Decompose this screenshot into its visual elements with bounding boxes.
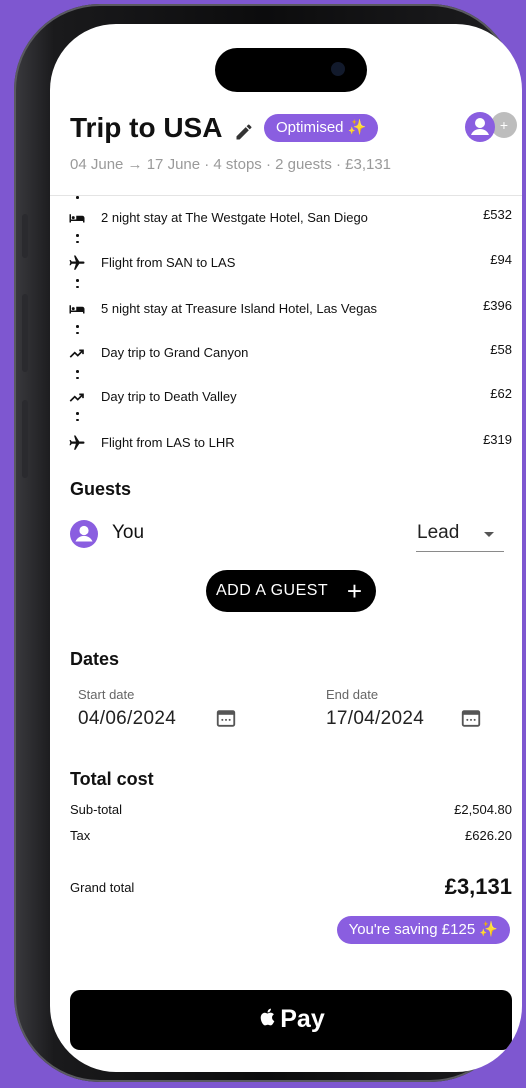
grand-total-value: £3,131 [444,874,512,899]
timeline-dots [76,234,80,247]
flight-icon [69,435,85,450]
stop-label: 5 night stay at Treasure Island Hotel, L… [101,301,378,316]
stop-label: 2 night stay at The Westgate Hotel, San … [101,210,368,225]
trending-icon [69,349,84,358]
timeline-dots [76,196,80,203]
bed-icon [69,214,85,223]
trip-summary: 04 June → 17 June · 4 stops · 2 guests ·… [70,156,392,173]
stop-price: £58 [490,342,512,357]
grand-total-label: Grand total [70,880,135,895]
guest-avatar-icon [70,520,98,548]
flight-icon [69,255,85,270]
volume-down-button [22,400,28,478]
volume-up-button [22,294,28,372]
stop-label: Flight from LAS to LHR [101,435,235,450]
dates-heading: Dates [70,649,120,669]
start-date-input[interactable]: 04/06/2024 [78,708,176,730]
stop-row[interactable]: 2 night stay at The Westgate Hotel, San … [68,207,516,229]
tax-value: £626.20 [465,828,512,843]
timeline-dots [76,370,80,383]
subtotal-label: Sub-total [70,802,123,817]
end-date-input[interactable]: 17/04/2024 [326,708,424,730]
apple-pay-label: Pay [280,1005,325,1033]
chevron-down-icon [484,532,494,537]
guest-role-select[interactable]: Lead [416,520,504,552]
timeline-dots [76,325,80,338]
guest-name: You [112,522,145,543]
subtotal-value: £2,504.80 [454,802,512,817]
calendar-icon[interactable] [460,707,482,729]
app-screen: Trip to USA Optimised ✨ + 04 June → 17 J… [50,24,522,1072]
mute-switch [22,214,28,258]
stop-price: £319 [483,432,512,447]
stop-price: £62 [490,386,512,401]
stop-row[interactable]: Day trip to Grand Canyon £58 [68,342,516,364]
stop-label: Day trip to Death Valley [101,389,237,404]
stop-price: £94 [490,252,512,267]
dynamic-island [215,48,367,92]
stop-price: £532 [483,207,512,222]
stop-row[interactable]: Flight from LAS to LHR £319 [68,432,516,454]
edit-pencil-icon[interactable] [234,122,254,142]
stop-row[interactable]: 5 night stay at Treasure Island Hotel, L… [68,298,516,320]
calendar-icon[interactable] [215,707,237,729]
total-cost-heading: Total cost [70,769,154,789]
stop-label: Day trip to Grand Canyon [101,345,249,360]
start-date-label: Start date [78,687,135,702]
stop-row[interactable]: Flight from SAN to LAS £94 [68,252,516,274]
trending-icon [69,393,84,402]
guests-heading: Guests [70,479,132,499]
bed-icon [69,305,85,314]
end-date-label: End date [326,687,379,702]
phone-frame: Trip to USA Optimised ✨ + 04 June → 17 J… [14,4,522,1082]
stop-label: Flight from SAN to LAS [101,255,236,270]
guest-role-value: Lead [417,522,460,543]
plus-icon: + [346,576,362,606]
optimised-badge: Optimised ✨ [264,114,379,142]
stop-row[interactable]: Day trip to Death Valley £62 [68,386,516,408]
add-guest-label: ADD A GUEST [216,582,329,599]
apple-pay-button[interactable]: Pay [70,990,512,1050]
tax-label: Tax [70,828,91,843]
header-divider [50,195,522,196]
stop-price: £396 [483,298,512,313]
timeline-dots [76,279,80,292]
timeline-dots [76,412,80,425]
user-avatar-icon[interactable] [465,112,495,142]
trip-title: Trip to USA [70,112,223,143]
saving-badge: You're saving £125 ✨ [336,916,510,944]
apple-logo-icon [260,1008,275,1026]
add-guest-button[interactable]: ADD A GUEST + [206,570,376,612]
